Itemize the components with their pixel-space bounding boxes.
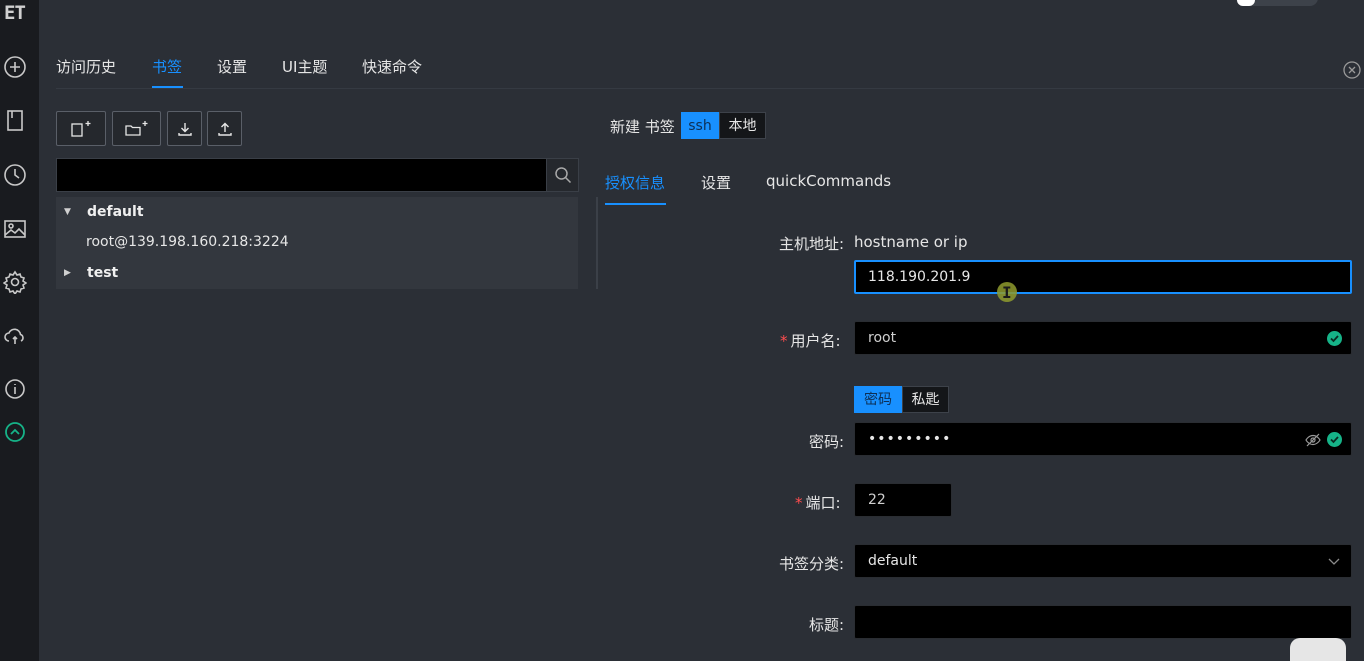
bookmark-icon[interactable]: [3, 109, 27, 133]
bookmark-tree: ▼ default root@139.198.160.218:3224 ▶ te…: [56, 197, 578, 289]
required-mark: *: [780, 332, 788, 350]
tab-quick-commands[interactable]: 快速命令: [362, 56, 422, 77]
tab-history[interactable]: 访问历史: [56, 56, 116, 77]
password-field[interactable]: •••••••••: [854, 422, 1352, 456]
app-logo: ET: [4, 2, 26, 24]
new-folder-icon: [124, 120, 147, 136]
category-label: 书签分类:: [779, 555, 845, 573]
caret-down-icon[interactable]: ▼: [64, 197, 71, 227]
tree-item-bookmark[interactable]: root@139.198.160.218:3224: [56, 227, 578, 257]
type-local-option[interactable]: 本地: [719, 112, 766, 139]
search-icon: [555, 167, 572, 184]
upload-icon: [217, 122, 232, 136]
tab-bookmarks[interactable]: 书签: [152, 56, 182, 77]
title-field[interactable]: [854, 605, 1352, 639]
upgrade-icon[interactable]: [3, 420, 27, 444]
port-value: 22: [868, 492, 886, 508]
title-label: 标题:: [809, 616, 845, 634]
chevron-down-icon: [1327, 554, 1341, 572]
type-ssh-option[interactable]: ssh: [681, 112, 719, 139]
auth-key-option[interactable]: 私匙: [902, 386, 949, 413]
add-icon[interactable]: [3, 55, 27, 79]
tab-settings[interactable]: 设置: [217, 56, 247, 77]
group-label: test: [87, 265, 119, 281]
host-label: 主机地址:: [779, 235, 845, 253]
export-button[interactable]: [207, 111, 242, 146]
required-mark: *: [795, 494, 803, 512]
import-button[interactable]: [167, 111, 202, 146]
host-hint: hostname or ip: [854, 233, 968, 251]
tree-group-default[interactable]: ▼ default: [56, 197, 578, 227]
search-button[interactable]: [546, 159, 578, 191]
subtab-auth[interactable]: 授权信息: [605, 172, 665, 193]
subtab-indicator: [605, 203, 666, 205]
new-bookmark-icon: [71, 120, 91, 137]
group-label: default: [87, 204, 144, 220]
auth-password-option[interactable]: 密码: [854, 386, 902, 413]
caret-right-icon[interactable]: ▶: [64, 258, 71, 288]
host-value: 118.190.201.9: [868, 269, 971, 285]
tabs-divider: [56, 88, 1364, 89]
new-folder-button[interactable]: [112, 111, 161, 146]
cloud-sync-icon[interactable]: [3, 324, 27, 348]
image-icon[interactable]: [3, 217, 27, 241]
username-field[interactable]: root: [854, 321, 1352, 355]
category-value: default: [868, 553, 918, 569]
port-field[interactable]: 22: [854, 483, 952, 517]
mascot-icon: [1290, 638, 1346, 661]
text-cursor-icon: I: [1002, 283, 1012, 302]
search-input[interactable]: [57, 159, 547, 191]
subtab-quick-commands[interactable]: quickCommands: [766, 172, 891, 190]
history-icon[interactable]: [3, 163, 27, 187]
username-value: root: [868, 330, 897, 346]
close-icon[interactable]: [1343, 61, 1361, 79]
host-field[interactable]: 118.190.201.9: [854, 260, 1352, 294]
tab-ui-theme[interactable]: UI主题: [282, 56, 327, 77]
form-heading: 新建 书签: [610, 118, 675, 136]
eye-off-icon[interactable]: [1305, 432, 1321, 452]
valid-check-icon: [1327, 432, 1342, 447]
bookmark-label: root@139.198.160.218:3224: [86, 234, 289, 250]
username-label-text: 用户名:: [790, 332, 841, 350]
gear-icon[interactable]: [3, 270, 27, 294]
category-select[interactable]: default: [854, 544, 1352, 578]
icon-sidebar: ET: [0, 0, 39, 661]
bookmark-search: [56, 158, 579, 192]
password-label: 密码:: [809, 433, 845, 451]
subtab-settings[interactable]: 设置: [701, 172, 731, 193]
password-value: •••••••••: [868, 431, 952, 447]
username-label: * 用户名:: [780, 330, 841, 351]
download-icon: [177, 122, 192, 136]
new-bookmark-button[interactable]: [56, 111, 106, 146]
valid-check-icon: [1327, 331, 1342, 346]
port-label: * 端口:: [795, 492, 841, 513]
panel-splitter[interactable]: [596, 197, 598, 289]
port-label-text: 端口:: [805, 494, 841, 512]
info-icon[interactable]: [3, 377, 27, 401]
tree-group-test[interactable]: ▶ test: [56, 258, 578, 288]
